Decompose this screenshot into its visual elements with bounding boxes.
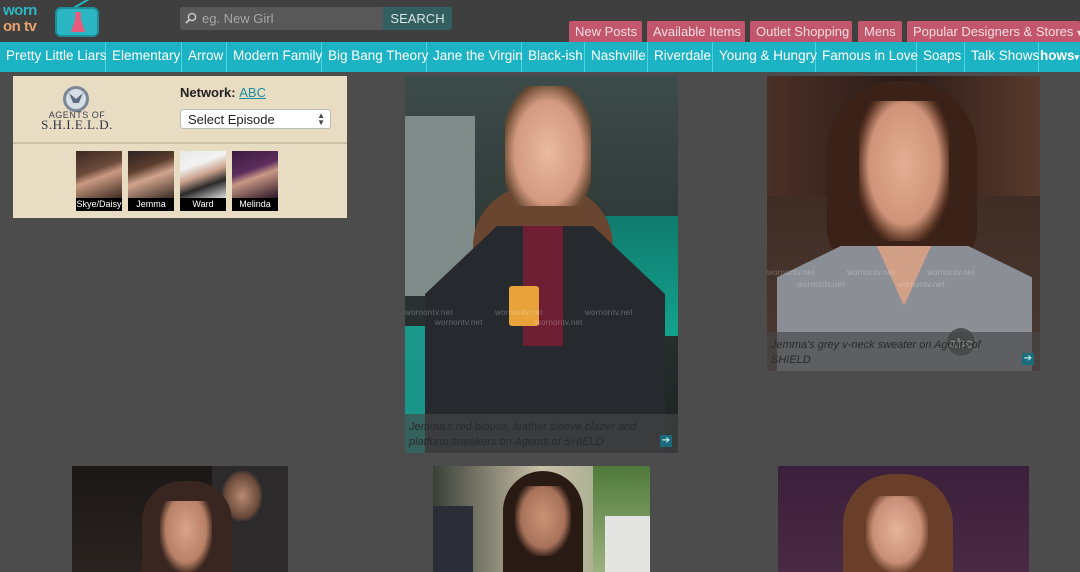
network-label: Network: xyxy=(180,85,236,100)
character-skye-daisy[interactable]: Skye/Daisy xyxy=(76,151,122,212)
character-photo xyxy=(180,151,226,198)
watermark: wornontv.net xyxy=(535,318,583,327)
nav-item-big-bang-theory[interactable]: Big Bang Theory xyxy=(322,42,428,72)
search-input[interactable] xyxy=(202,9,380,28)
nav-more-shows[interactable]: hows▾ xyxy=(1039,42,1080,72)
search-icon xyxy=(185,12,197,24)
search-button[interactable]: SEARCH xyxy=(383,7,452,30)
network-info: Network: ABC xyxy=(180,85,266,100)
episode-select-value: Select Episode xyxy=(188,112,275,127)
nav-item-pretty-little-liars[interactable]: Pretty Little Liars xyxy=(0,42,107,72)
watermark: wornontv.net xyxy=(585,308,633,317)
nav-item-black-ish[interactable]: Black-ish xyxy=(522,42,585,72)
top-link-available-items[interactable]: Available Items xyxy=(647,21,745,42)
select-arrows-icon: ▲ ▼ xyxy=(317,111,325,127)
outfit-card[interactable] xyxy=(778,466,1029,572)
show-logo-title: S.H.I.E.L.D. xyxy=(41,117,113,132)
character-photo xyxy=(232,151,278,198)
character-jemma[interactable]: Jemma xyxy=(128,151,174,212)
network-link[interactable]: ABC xyxy=(239,85,266,100)
site-logo[interactable]: worn on tv xyxy=(3,0,99,37)
character-label: Skye/Daisy xyxy=(76,198,122,211)
watermark: wornontv.net xyxy=(797,280,845,289)
tv-dress-icon xyxy=(55,7,99,37)
outfit-card[interactable] xyxy=(433,466,650,572)
nav-item-elementary[interactable]: Elementary xyxy=(106,42,182,72)
top-link-outlet-shopping[interactable]: Outlet Shopping xyxy=(750,21,852,42)
outfit-caption: Jemma's grey v-neck sweater on Agents of… xyxy=(767,332,1040,371)
chevron-down-icon: ▾ xyxy=(1074,52,1080,62)
nav-item-arrow[interactable]: Arrow xyxy=(182,42,227,72)
nav-item-talk-shows[interactable]: Talk Shows xyxy=(965,42,1039,72)
show-info-panel: AGENTS OF S.H.I.E.L.D. Network: ABC Sele… xyxy=(13,76,347,218)
top-link-popular-designers[interactable]: Popular Designers & Stores ▾ xyxy=(907,21,1080,42)
character-label: Ward xyxy=(180,198,226,211)
outfit-caption-text: Jemma's grey v-neck sweater on Agents of… xyxy=(771,339,981,366)
logo-text-on-tv: on tv xyxy=(3,18,37,35)
show-logo[interactable]: AGENTS OF S.H.I.E.L.D. xyxy=(33,86,121,132)
outfit-card[interactable]: wornontv.net wornontv.net wornontv.net w… xyxy=(405,76,678,453)
outfit-caption: Jemma's red blouse, leather sleeve blaze… xyxy=(405,414,678,453)
outfit-card[interactable] xyxy=(72,466,288,572)
character-label: Jemma xyxy=(128,198,174,211)
character-melinda[interactable]: Melinda xyxy=(232,151,278,212)
site-header: worn on tv SEARCH New Posts Available It… xyxy=(0,0,1080,44)
watermark: wornontv.net xyxy=(405,308,453,317)
outfit-photo xyxy=(433,466,650,572)
nav-item-soaps[interactable]: Soaps xyxy=(917,42,965,72)
top-link-mens[interactable]: Mens xyxy=(858,21,902,42)
search-box xyxy=(180,7,383,30)
arrow-right-icon[interactable]: ➔ xyxy=(1022,353,1034,365)
outfit-photo xyxy=(72,466,288,572)
outfit-photo xyxy=(405,76,678,453)
logo-text-worn: worn xyxy=(3,2,37,19)
watermark: wornontv.net xyxy=(927,268,975,277)
nav-item-riverdale[interactable]: Riverdale xyxy=(648,42,713,72)
watermark: wornontv.net xyxy=(435,318,483,327)
watermark: wornontv.net xyxy=(897,280,945,289)
outfit-card[interactable]: wornontv.net wornontv.net wornontv.net w… xyxy=(767,76,1040,371)
search-bar: SEARCH xyxy=(180,7,452,30)
show-nav: Pretty Little Liars Elementary Arrow Mod… xyxy=(0,42,1080,72)
top-link-new-posts[interactable]: New Posts xyxy=(569,21,642,42)
nav-item-nashville[interactable]: Nashville xyxy=(585,42,648,72)
panel-divider xyxy=(13,142,347,144)
nav-item-famous-in-love[interactable]: Famous in Love xyxy=(816,42,918,72)
character-photo xyxy=(128,151,174,198)
character-ward[interactable]: Ward xyxy=(180,151,226,212)
watermark: wornontv.net xyxy=(767,268,815,277)
nav-item-jane-the-virgin[interactable]: Jane the Virgin xyxy=(427,42,523,72)
watermark: wornontv.net xyxy=(495,308,543,317)
arrow-right-icon[interactable]: ➔ xyxy=(660,435,672,447)
nav-item-young-and-hungry[interactable]: Young & Hungry xyxy=(713,42,817,72)
outfit-caption-text: Jemma's red blouse, leather sleeve blaze… xyxy=(409,421,637,448)
nav-item-modern-family[interactable]: Modern Family xyxy=(227,42,322,72)
episode-select[interactable]: Select Episode ▲ ▼ xyxy=(180,109,331,129)
outfit-photo xyxy=(778,466,1029,572)
watermark: wornontv.net xyxy=(847,268,895,277)
outfit-photo xyxy=(767,76,1040,371)
character-photo xyxy=(76,151,122,198)
character-label: Melinda xyxy=(232,198,278,211)
